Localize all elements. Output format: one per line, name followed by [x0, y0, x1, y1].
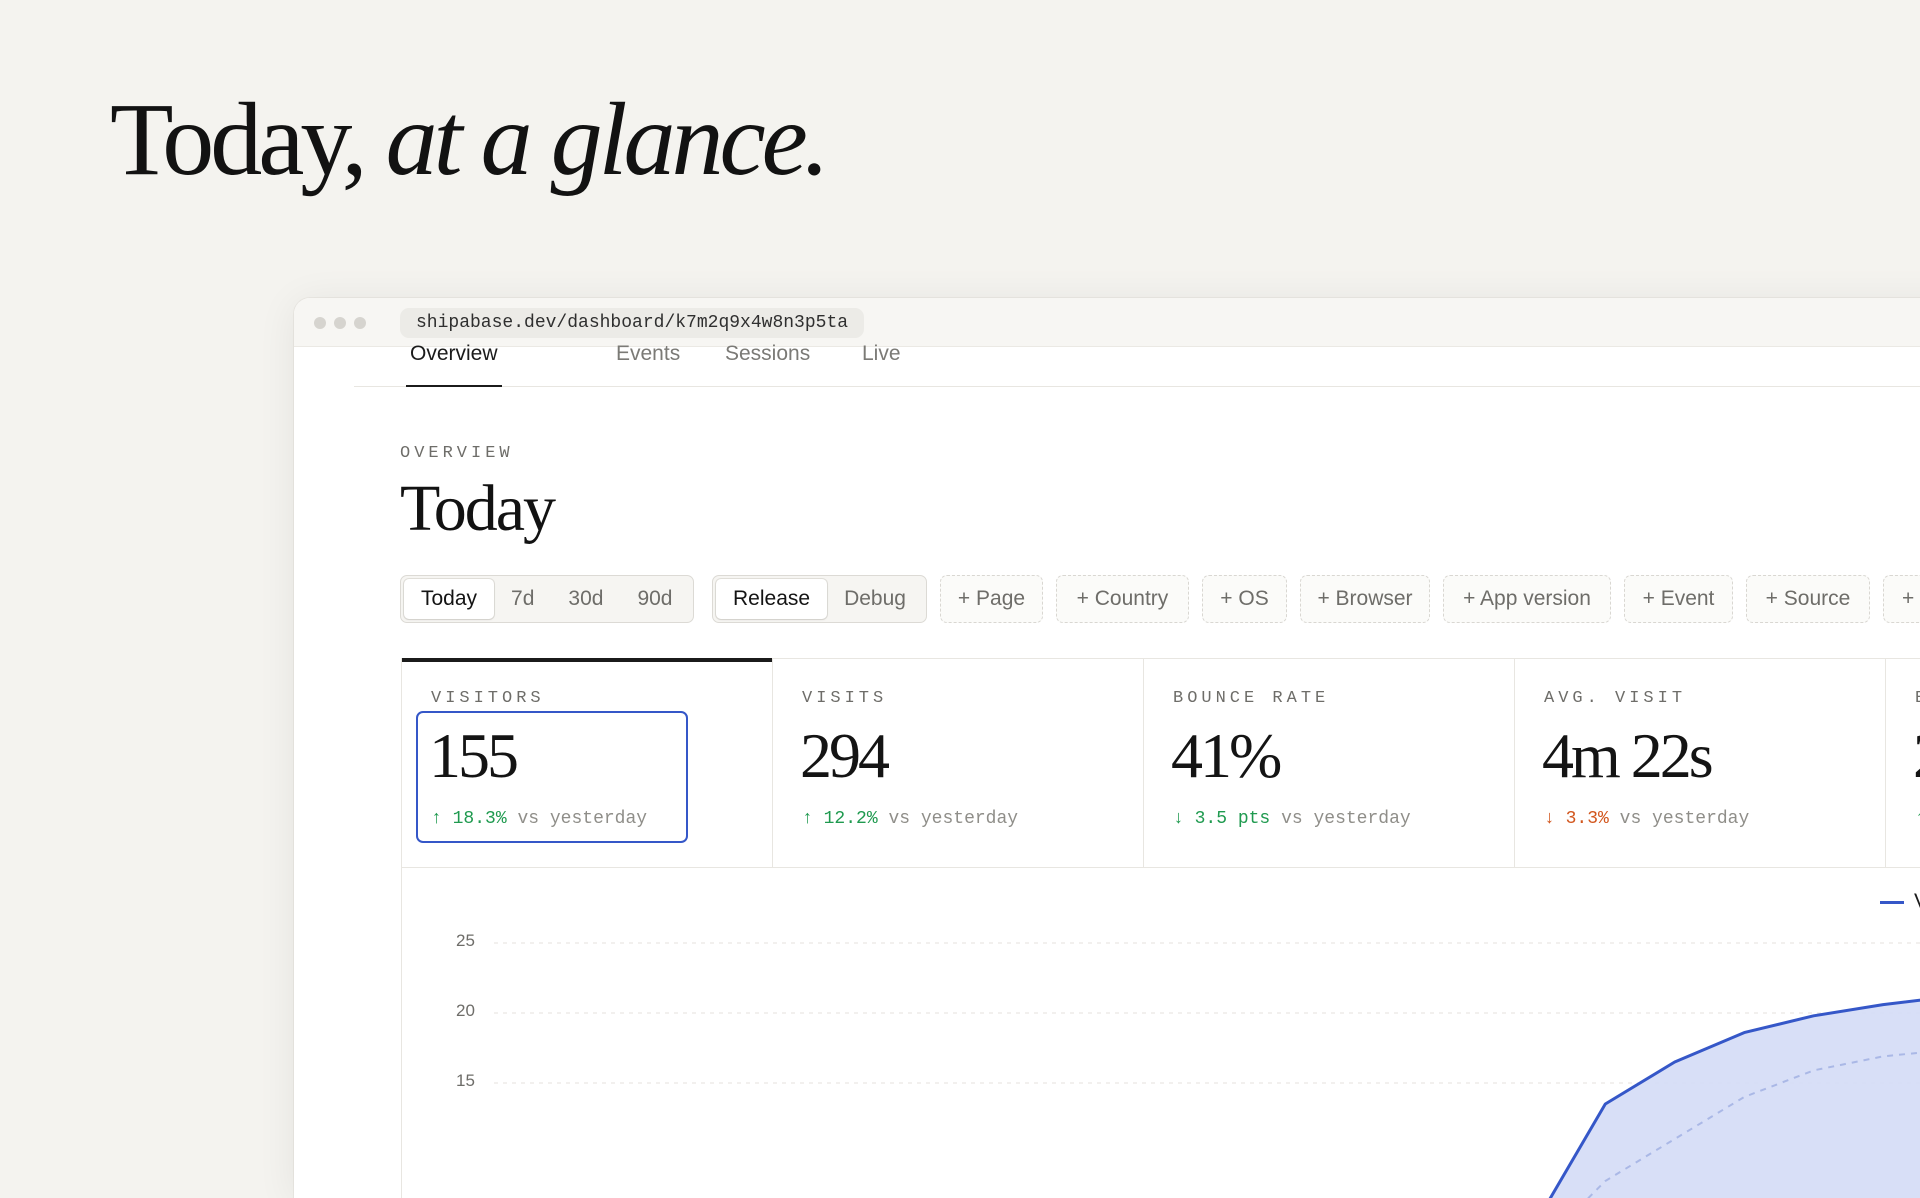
- filter-os-button[interactable]: + OS: [1202, 575, 1287, 623]
- tab-sessions[interactable]: Sessions: [721, 342, 814, 386]
- stats-row: VISITORS 155 ↑ 18.3% vs yesterday VISITS…: [401, 658, 1920, 868]
- stat-label: VISITORS: [431, 689, 545, 708]
- filter-browser-button[interactable]: + Browser: [1300, 575, 1430, 623]
- stat-label: E: [1915, 689, 1920, 708]
- chart-plot: [494, 942, 1920, 1198]
- arrow-up-icon: ↑: [431, 809, 442, 829]
- arrow-up-icon: ↑: [1915, 809, 1920, 829]
- window-dot-icon: [314, 317, 326, 329]
- stat-value: 294: [800, 720, 890, 791]
- stat-label: BOUNCE RATE: [1173, 689, 1330, 708]
- series-area: [1550, 1000, 1920, 1198]
- window-dot-icon: [354, 317, 366, 329]
- stat-delta-caption: vs yesterday: [888, 809, 1019, 829]
- stat-delta: ↑ 18.3% vs yesterday: [431, 809, 647, 829]
- filter-page-button[interactable]: + Page: [940, 575, 1043, 623]
- stat-card-bounce-rate[interactable]: BOUNCE RATE 41% ↓ 3.5 pts vs yesterday: [1144, 659, 1515, 867]
- browser-window: shipabase.dev/dashboard/k7m2q9x4w8n3p5ta…: [294, 298, 1920, 1198]
- stat-delta: ↑: [1915, 809, 1920, 829]
- stat-card-visitors[interactable]: VISITORS 155 ↑ 18.3% vs yesterday: [402, 658, 773, 867]
- window-dot-icon: [334, 317, 346, 329]
- tab-bar: Overview Events Sessions Live: [354, 342, 1920, 387]
- filter-more-button[interactable]: +: [1883, 575, 1920, 623]
- filter-source-button[interactable]: + Source: [1746, 575, 1870, 623]
- stat-delta-caption: vs yesterday: [1619, 809, 1750, 829]
- stat-delta: ↓ 3.5 pts vs yesterday: [1173, 809, 1411, 829]
- build-release-button[interactable]: Release: [716, 579, 828, 619]
- range-90d-button[interactable]: 90d: [620, 579, 689, 619]
- stat-delta: ↓ 3.3% vs yesterday: [1544, 809, 1749, 829]
- hero-title: Today, at a glance.: [110, 88, 830, 192]
- range-7d-button[interactable]: 7d: [494, 579, 551, 619]
- stat-selected-indicator: [402, 658, 772, 662]
- stat-value: 155: [429, 720, 519, 791]
- hero-title-italic: at a glance.: [385, 82, 830, 197]
- stat-delta: ↑ 12.2% vs yesterday: [802, 809, 1018, 829]
- stat-label: VISITS: [802, 689, 888, 708]
- page-title: Today: [400, 472, 556, 545]
- tab-overview[interactable]: Overview: [406, 342, 502, 387]
- tab-live[interactable]: Live: [858, 342, 905, 386]
- browser-titlebar: shipabase.dev/dashboard/k7m2q9x4w8n3p5ta: [294, 298, 1920, 347]
- stat-delta-value: 3.3%: [1565, 809, 1609, 829]
- build-debug-button[interactable]: Debug: [827, 579, 923, 619]
- stat-card-avg-visit[interactable]: AVG. VISIT 4m 22s ↓ 3.3% vs yesterday: [1515, 659, 1886, 867]
- range-today-button[interactable]: Today: [404, 579, 495, 619]
- stat-delta-value: 3.5 pts: [1194, 809, 1271, 829]
- tab-events[interactable]: Events: [612, 342, 684, 386]
- arrow-down-icon: ↓: [1544, 809, 1555, 829]
- stat-card-visits[interactable]: VISITS 294 ↑ 12.2% vs yesterday: [773, 659, 1144, 867]
- address-bar[interactable]: shipabase.dev/dashboard/k7m2q9x4w8n3p5ta: [400, 308, 865, 338]
- arrow-up-icon: ↑: [802, 809, 813, 829]
- filter-app-version-button[interactable]: + App version: [1443, 575, 1611, 623]
- date-range-selector: Today 7d 30d 90d: [400, 575, 694, 623]
- build-selector: Release Debug: [712, 575, 927, 623]
- stat-value: 2: [1913, 720, 1920, 791]
- stat-value: 41%: [1171, 720, 1282, 791]
- stat-delta-caption: vs yesterday: [1281, 809, 1411, 829]
- filter-event-button[interactable]: + Event: [1624, 575, 1733, 623]
- section-eyebrow: OVERVIEW: [400, 444, 514, 463]
- stat-label: AVG. VISIT: [1544, 689, 1687, 708]
- stat-delta-caption: vs yesterday: [517, 809, 648, 829]
- arrow-down-icon: ↓: [1173, 809, 1184, 829]
- filter-country-button[interactable]: + Country: [1056, 575, 1189, 623]
- stat-delta-value: 18.3%: [452, 809, 507, 829]
- stat-value: 4m 22s: [1542, 720, 1714, 791]
- visitors-chart: V 25 20 15: [401, 866, 1920, 1198]
- stat-delta-value: 12.2%: [823, 809, 878, 829]
- stat-card-partial[interactable]: E 2 ↑: [1886, 659, 1920, 867]
- range-30d-button[interactable]: 30d: [551, 579, 620, 619]
- hero-title-plain: Today,: [110, 82, 368, 197]
